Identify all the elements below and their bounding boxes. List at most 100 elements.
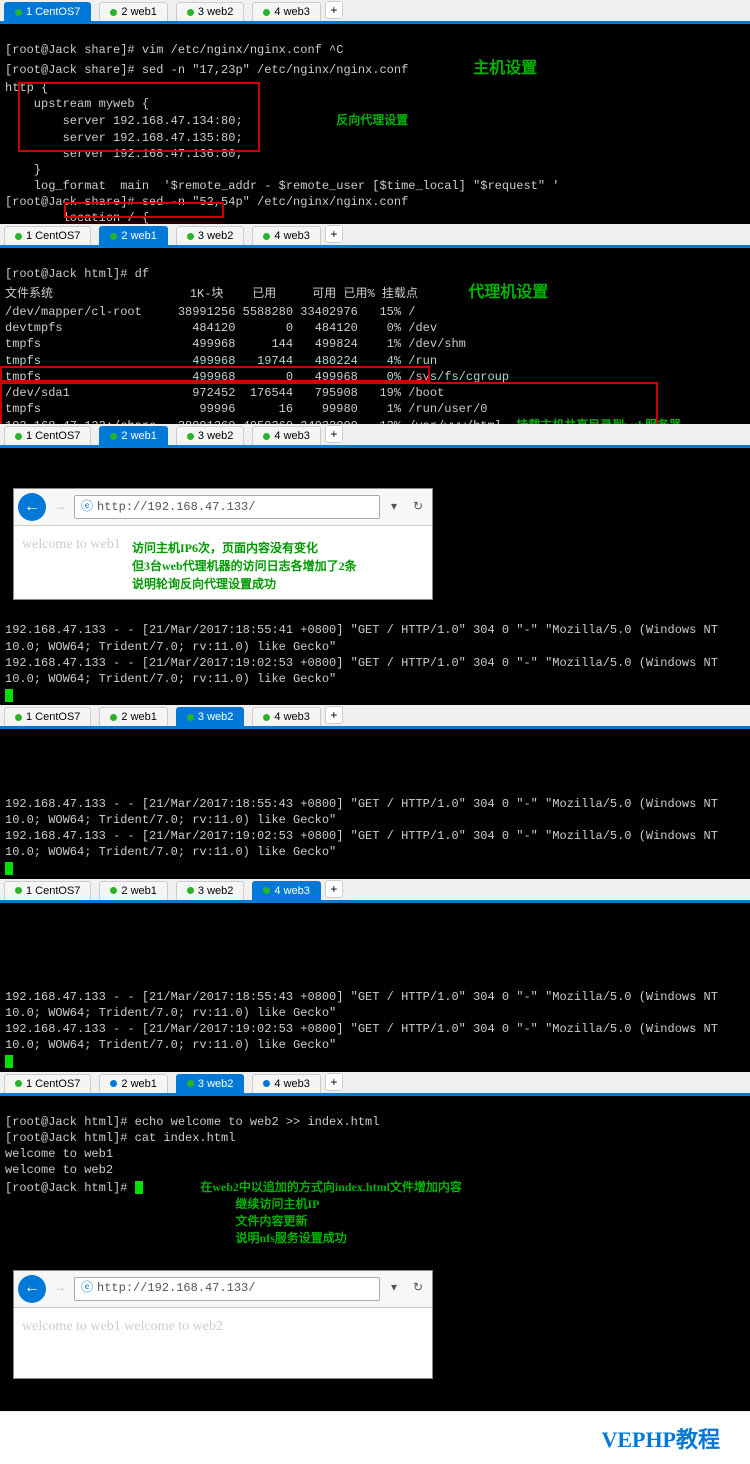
footer-brand: VEPHP教程 xyxy=(0,1411,750,1464)
term-line: welcome to web1 xyxy=(5,1147,113,1161)
tab-web1[interactable]: 2 web1 xyxy=(99,426,167,445)
tab-centos7[interactable]: 1 CentOS7 xyxy=(4,426,91,445)
status-dot-icon xyxy=(187,887,194,894)
status-dot-icon xyxy=(263,9,270,16)
add-tab-button[interactable]: + xyxy=(325,880,343,898)
tab-web3[interactable]: 4 web3 xyxy=(252,2,320,21)
status-dot-icon xyxy=(15,433,22,440)
tab-web3[interactable]: 4 web3 xyxy=(252,707,320,726)
annot-append-2: 继续访问主机IP xyxy=(235,1197,319,1211)
tab-web2[interactable]: 3 web2 xyxy=(176,426,244,445)
terminal-web1-df[interactable]: [root@Jack html]# df 文件系统 1K-块 已用 可用 已用%… xyxy=(0,248,750,424)
annot-visit-1: 访问主机IP6次，页面内容没有变化 xyxy=(132,539,424,557)
dropdown-icon[interactable]: ▾ xyxy=(384,1280,404,1296)
highlight-proxypass xyxy=(64,202,224,218)
status-dot-icon xyxy=(15,887,22,894)
status-dot-icon xyxy=(263,233,270,240)
browser-body: welcome to web1 访问主机IP6次，页面内容没有变化 但3台web… xyxy=(14,526,432,599)
tab-web1[interactable]: 2 web1 xyxy=(99,226,167,245)
tab-centos7[interactable]: 1 CentOS7 xyxy=(4,226,91,245)
term-line: [root@Jack html]# xyxy=(5,1181,135,1195)
status-dot-icon xyxy=(187,433,194,440)
tab-web2[interactable]: 3 web2 xyxy=(176,2,244,21)
tab-web3[interactable]: 4 web3 xyxy=(252,881,320,900)
status-dot-icon xyxy=(15,9,22,16)
add-tab-button[interactable]: + xyxy=(325,706,343,724)
tabbar-2: 1 CentOS7 2 web1 3 web2 4 web3 + xyxy=(0,224,750,248)
tab-centos7[interactable]: 1 CentOS7 xyxy=(4,707,91,726)
tabbar-4: 1 CentOS7 2 web1 3 web2 4 web3 + xyxy=(0,705,750,729)
back-button-icon[interactable]: ← xyxy=(18,1275,46,1303)
term-line: welcome to web2 xyxy=(5,1163,113,1177)
browser-body-2: welcome to web1 welcome to web2 xyxy=(14,1308,432,1378)
tabbar-3: 1 CentOS7 2 web1 3 web2 4 web3 + xyxy=(0,424,750,448)
add-tab-button[interactable]: + xyxy=(325,1073,343,1091)
status-dot-icon xyxy=(15,1080,22,1087)
df-row: tmpfs 499968 144 499824 1% /dev/shm xyxy=(5,337,466,351)
highlight-echo-cat xyxy=(0,382,658,424)
tab-web2[interactable]: 3 web2 xyxy=(176,881,244,900)
terminal-web1-logs[interactable]: ← → ⓔhttp://192.168.47.133/ ▾ ↻ welcome … xyxy=(0,448,750,705)
tab-centos7[interactable]: 1 CentOS7 xyxy=(4,2,91,21)
status-dot-icon xyxy=(110,887,117,894)
status-dot-icon xyxy=(110,433,117,440)
tab-web1[interactable]: 2 web1 xyxy=(99,707,167,726)
status-dot-icon xyxy=(187,1080,194,1087)
tab-web1[interactable]: 2 web1 xyxy=(99,881,167,900)
tab-web2[interactable]: 3 web2 xyxy=(176,707,244,726)
highlight-nfs-mount xyxy=(0,366,430,382)
address-bar[interactable]: ⓔhttp://192.168.47.133/ xyxy=(74,1277,380,1301)
tab-web2[interactable]: 3 web2 xyxy=(176,226,244,245)
forward-button-icon: → xyxy=(50,499,70,515)
status-dot-icon xyxy=(110,9,117,16)
term-line: [root@Jack share]# vim /etc/nginx/nginx.… xyxy=(5,43,343,57)
status-dot-icon xyxy=(110,1080,117,1087)
term-line: [root@Jack html]# df xyxy=(5,267,149,281)
annot-proxy: 反向代理设置 xyxy=(336,113,408,127)
forward-button-icon: → xyxy=(50,1280,70,1296)
tab-web3[interactable]: 4 web3 xyxy=(252,226,320,245)
access-log: 192.168.47.133 - - [21/Mar/2017:18:55:43… xyxy=(5,797,718,860)
term-line: [root@Jack html]# echo welcome to web2 >… xyxy=(5,1115,379,1129)
terminal-web2-logs[interactable]: 192.168.47.133 - - [21/Mar/2017:18:55:43… xyxy=(0,729,750,878)
df-row: /dev/mapper/cl-root 38991256 5588280 334… xyxy=(5,305,415,319)
add-tab-button[interactable]: + xyxy=(325,425,343,443)
status-dot-icon xyxy=(263,433,270,440)
address-bar[interactable]: ⓔhttp://192.168.47.133/ xyxy=(74,495,380,519)
term-line: [root@Jack html]# cat index.html xyxy=(5,1131,235,1145)
annot-host: 主机设置 xyxy=(473,60,537,77)
add-tab-button[interactable]: + xyxy=(325,225,343,243)
tab-centos7[interactable]: 1 CentOS7 xyxy=(4,881,91,900)
terminal-web3-logs[interactable]: 192.168.47.133 - - [21/Mar/2017:18:55:43… xyxy=(0,903,750,1072)
cursor-icon xyxy=(135,1181,143,1194)
status-dot-icon xyxy=(15,714,22,721)
term-line: } xyxy=(5,163,41,177)
tab-web1[interactable]: 2 web1 xyxy=(99,2,167,21)
status-dot-icon xyxy=(110,233,117,240)
dropdown-icon[interactable]: ▾ xyxy=(384,499,404,515)
status-dot-icon xyxy=(187,9,194,16)
annot-visit-2: 但3台web代理机器的访问日志各增加了2条 xyxy=(132,557,424,575)
tab-web1[interactable]: 2 web1 xyxy=(99,1074,167,1093)
tab-web2[interactable]: 3 web2 xyxy=(176,1074,244,1093)
ie-icon: ⓔ xyxy=(81,1280,93,1296)
df-header: 文件系统 1K-块 已用 可用 已用% 挂载点 xyxy=(5,287,418,301)
add-tab-button[interactable]: + xyxy=(325,1,343,19)
status-dot-icon xyxy=(15,233,22,240)
annot-append-4: 说明nfs服务设置成功 xyxy=(235,1231,346,1245)
tab-web3[interactable]: 4 web3 xyxy=(252,1074,320,1093)
refresh-icon[interactable]: ↻ xyxy=(408,1280,428,1296)
tab-web3[interactable]: 4 web3 xyxy=(252,426,320,445)
highlight-upstream xyxy=(18,82,260,152)
tab-centos7[interactable]: 1 CentOS7 xyxy=(4,1074,91,1093)
back-button-icon[interactable]: ← xyxy=(18,493,46,521)
terminal-web2-append[interactable]: [root@Jack html]# echo welcome to web2 >… xyxy=(0,1096,750,1411)
cursor-icon xyxy=(5,689,13,702)
df-row: devtmpfs 484120 0 484120 0% /dev xyxy=(5,321,437,335)
tabbar-5: 1 CentOS7 2 web1 3 web2 4 web3 + xyxy=(0,879,750,903)
refresh-icon[interactable]: ↻ xyxy=(408,499,428,515)
annot-agent: 代理机设置 xyxy=(468,284,548,301)
browser-window: ← → ⓔhttp://192.168.47.133/ ▾ ↻ welcome … xyxy=(13,488,433,600)
terminal-host[interactable]: [root@Jack share]# vim /etc/nginx/nginx.… xyxy=(0,24,750,224)
status-dot-icon xyxy=(263,887,270,894)
